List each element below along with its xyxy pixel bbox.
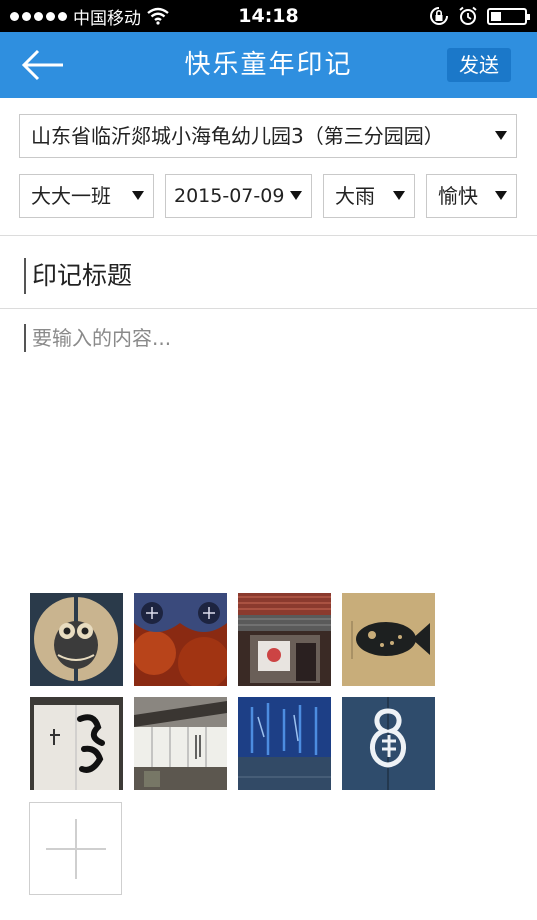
nav-bar: 快乐童年印记 发送 <box>0 32 537 98</box>
shopfront-noren-photo <box>134 697 227 790</box>
class-select[interactable]: 大大一班 <box>19 174 154 218</box>
autumn-noren-photo <box>134 593 227 686</box>
weather-select[interactable]: 大雨 <box>323 174 415 218</box>
title-input[interactable]: 印记标题 <box>24 258 132 294</box>
image-thumbnail-3[interactable] <box>238 593 331 686</box>
pufferfish-noren-photo <box>342 593 435 686</box>
divider <box>0 235 537 236</box>
calligraphy-noren-photo <box>30 697 123 790</box>
blue-calligraphy-noren-photo <box>238 697 331 790</box>
weather-select-value: 大雨 <box>335 184 375 208</box>
mood-select[interactable]: 愉快 <box>426 174 517 218</box>
chevron-down-icon <box>393 191 405 200</box>
alarm-icon <box>459 6 477 25</box>
send-button[interactable]: 发送 <box>447 48 511 82</box>
school-select[interactable]: 山东省临沂郯城小海龟幼儿园3（第三分园园） <box>19 114 517 158</box>
status-right <box>429 0 530 32</box>
chevron-down-icon <box>495 191 507 200</box>
image-thumbnail-7[interactable] <box>238 697 331 790</box>
chevron-down-icon <box>132 191 144 200</box>
lantern-house-photo <box>238 593 331 686</box>
battery-icon <box>487 7 530 25</box>
owl-noren-photo <box>30 593 123 686</box>
date-select[interactable]: 2015-07-09 <box>165 174 312 218</box>
image-thumbnail-8[interactable] <box>342 697 435 790</box>
image-thumbnail-5[interactable] <box>30 697 123 790</box>
gourd-noren-photo <box>342 697 435 790</box>
rotation-lock-icon <box>430 7 448 25</box>
image-thumbnail-1[interactable] <box>30 593 123 686</box>
content-textarea[interactable]: 要输入的内容... <box>24 324 171 352</box>
school-select-value: 山东省临沂郯城小海龟幼儿园3（第三分园园） <box>31 124 444 148</box>
status-bar: 中国移动 14:18 <box>0 0 537 32</box>
add-image-button[interactable] <box>29 802 122 895</box>
date-select-value: 2015-07-09 <box>174 185 285 207</box>
mood-select-value: 愉快 <box>438 184 478 208</box>
class-select-value: 大大一班 <box>31 184 111 208</box>
divider <box>0 308 537 309</box>
chevron-down-icon <box>495 131 507 140</box>
image-thumbnail-2[interactable] <box>134 593 227 686</box>
image-thumbnail-6[interactable] <box>134 697 227 790</box>
image-thumbnail-4[interactable] <box>342 593 435 686</box>
chevron-down-icon <box>290 191 302 200</box>
